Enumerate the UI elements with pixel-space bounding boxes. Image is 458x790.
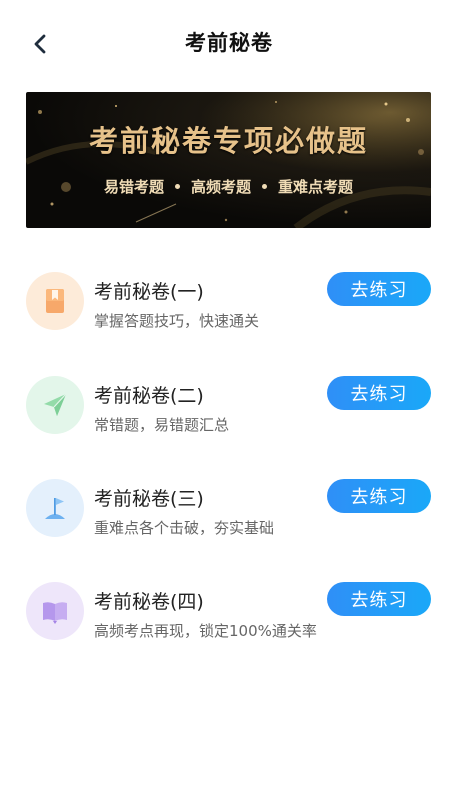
dot-separator [174,184,180,189]
list-item: 考前秘卷(二) 常错题，易错题汇总 去练习 [0,364,458,444]
open-book-icon [26,582,84,640]
practice-button[interactable]: 去练习 [327,376,431,410]
banner-tag: 易错考题 [103,178,164,196]
banner-tags: 易错考题 高频考题 重难点考题 [26,176,431,197]
banner-tag: 重难点考题 [278,178,354,196]
header: 考前秘卷 [0,0,458,84]
bookmark-icon [26,272,84,330]
banner[interactable]: 考前秘卷专项必做题 易错考题 高频考题 重难点考题 [26,92,431,228]
item-description: 高频考点再现，锁定100%通关率 [94,622,317,640]
banner-tag: 高频考题 [190,178,251,196]
item-title: 考前秘卷(一) [94,281,204,303]
practice-button[interactable]: 去练习 [327,582,431,616]
flag-icon [26,479,84,537]
paper-plane-icon [26,376,84,434]
practice-button[interactable]: 去练习 [327,272,431,306]
page-title: 考前秘卷 [185,31,273,55]
banner-title: 考前秘卷专项必做题 [88,124,368,158]
dot-separator [262,184,267,189]
list-item: 考前秘卷(三) 重难点各个击破，夯实基础 去练习 [0,467,458,547]
banner-background [26,92,431,228]
item-description: 重难点各个击破，夯实基础 [94,519,275,537]
item-title: 考前秘卷(三) [94,488,204,510]
item-title: 考前秘卷(二) [94,385,204,407]
list-item: 考前秘卷(一) 掌握答题技巧，快速通关 去练习 [0,260,458,340]
item-description: 常错题，易错题汇总 [94,416,230,434]
item-title: 考前秘卷(四) [94,591,204,613]
list-item: 考前秘卷(四) 高频考点再现，锁定100%通关率 去练习 [0,570,458,650]
practice-button[interactable]: 去练习 [327,479,431,513]
item-description: 掌握答题技巧，快速通关 [94,312,260,330]
